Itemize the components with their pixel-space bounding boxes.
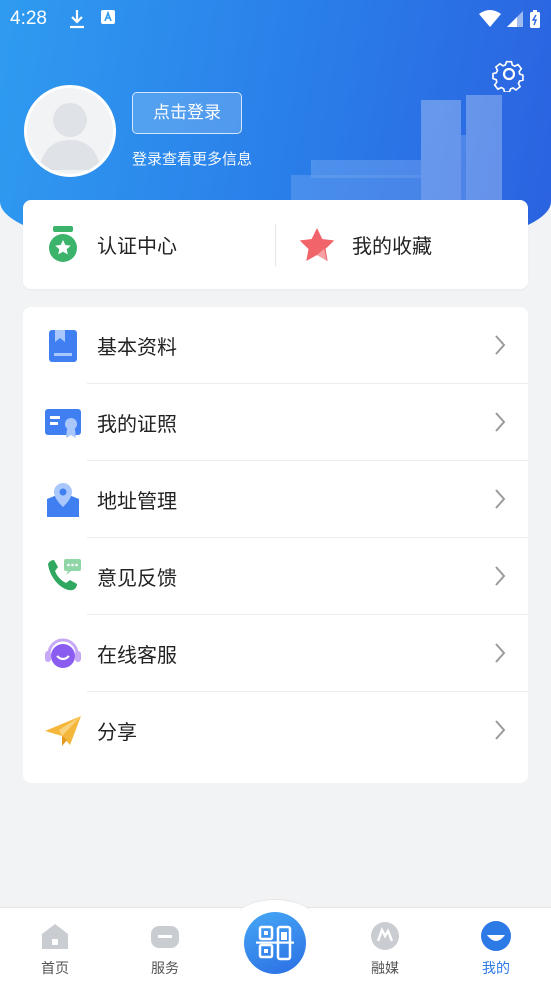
tab-service[interactable]: 服务 xyxy=(125,908,205,981)
tab-label: 融媒 xyxy=(371,961,399,977)
wifi-icon xyxy=(479,10,501,27)
menu-item-share[interactable]: 分享 xyxy=(23,692,528,769)
menu-item-online-service[interactable]: 在线客服 xyxy=(23,615,528,692)
tab-label: 我的 xyxy=(482,961,510,977)
battery-icon xyxy=(530,10,540,28)
my-favorites-label: 我的收藏 xyxy=(352,234,432,258)
chevron-right-icon xyxy=(495,489,506,509)
download-icon xyxy=(70,10,84,29)
license-card-icon xyxy=(43,403,83,443)
keyboard-a-icon xyxy=(101,10,115,24)
service-icon xyxy=(151,926,179,948)
menu-item-address-management[interactable]: 地址管理 xyxy=(23,461,528,538)
certification-center-label: 认证中心 xyxy=(97,234,177,258)
tab-me[interactable]: 我的 xyxy=(456,908,536,981)
menu-item-my-licenses[interactable]: 我的证照 xyxy=(23,384,528,461)
login-button[interactable]: 点击登录 xyxy=(132,92,242,134)
menu-item-label: 地址管理 xyxy=(97,489,177,513)
default-avatar-icon xyxy=(39,103,101,170)
chevron-right-icon xyxy=(495,566,506,586)
chevron-right-icon xyxy=(495,720,506,740)
menu-item-label: 意见反馈 xyxy=(97,566,177,590)
status-time: 4:28 xyxy=(10,8,47,29)
tab-label: 首页 xyxy=(41,961,69,977)
status-bar: 4:28 xyxy=(0,0,551,40)
headset-service-icon xyxy=(43,634,83,674)
chevron-right-icon xyxy=(495,643,506,663)
menu-item-label: 在线客服 xyxy=(97,643,177,667)
menu-item-label: 分享 xyxy=(97,720,137,744)
paper-plane-icon xyxy=(43,711,83,751)
media-icon xyxy=(371,922,399,950)
login-hint-text: 登录查看更多信息 xyxy=(132,150,253,168)
qr-scan-icon xyxy=(256,925,294,961)
menu-item-label: 我的证照 xyxy=(97,412,177,436)
settings-menu-list: 基本资料 我的证照 地址管理 意见反馈 在线客服 分享 xyxy=(23,307,528,783)
menu-item-label: 基本资料 xyxy=(97,335,177,359)
star-icon xyxy=(299,227,335,261)
location-pin-icon xyxy=(43,480,83,520)
my-favorites-button[interactable]: 我的收藏 xyxy=(276,200,528,289)
avatar[interactable] xyxy=(24,85,116,177)
chevron-right-icon xyxy=(495,335,506,355)
menu-item-basic-info[interactable]: 基本资料 xyxy=(23,307,528,384)
chevron-right-icon xyxy=(495,412,506,432)
signal-icon xyxy=(507,11,523,27)
certification-center-button[interactable]: 认证中心 xyxy=(23,200,275,289)
home-icon xyxy=(42,924,68,949)
profile-book-icon xyxy=(43,326,83,366)
scan-qr-button[interactable] xyxy=(244,912,306,974)
certification-badge-icon xyxy=(49,225,77,262)
tab-label: 服务 xyxy=(151,961,179,977)
phone-feedback-icon xyxy=(43,557,83,597)
tab-media[interactable]: 融媒 xyxy=(345,908,425,981)
menu-item-feedback[interactable]: 意见反馈 xyxy=(23,538,528,615)
tab-home[interactable]: 首页 xyxy=(15,908,95,981)
quick-actions-card: 认证中心 我的收藏 xyxy=(23,200,528,289)
settings-gear-icon[interactable] xyxy=(491,56,527,93)
me-icon xyxy=(481,921,511,951)
